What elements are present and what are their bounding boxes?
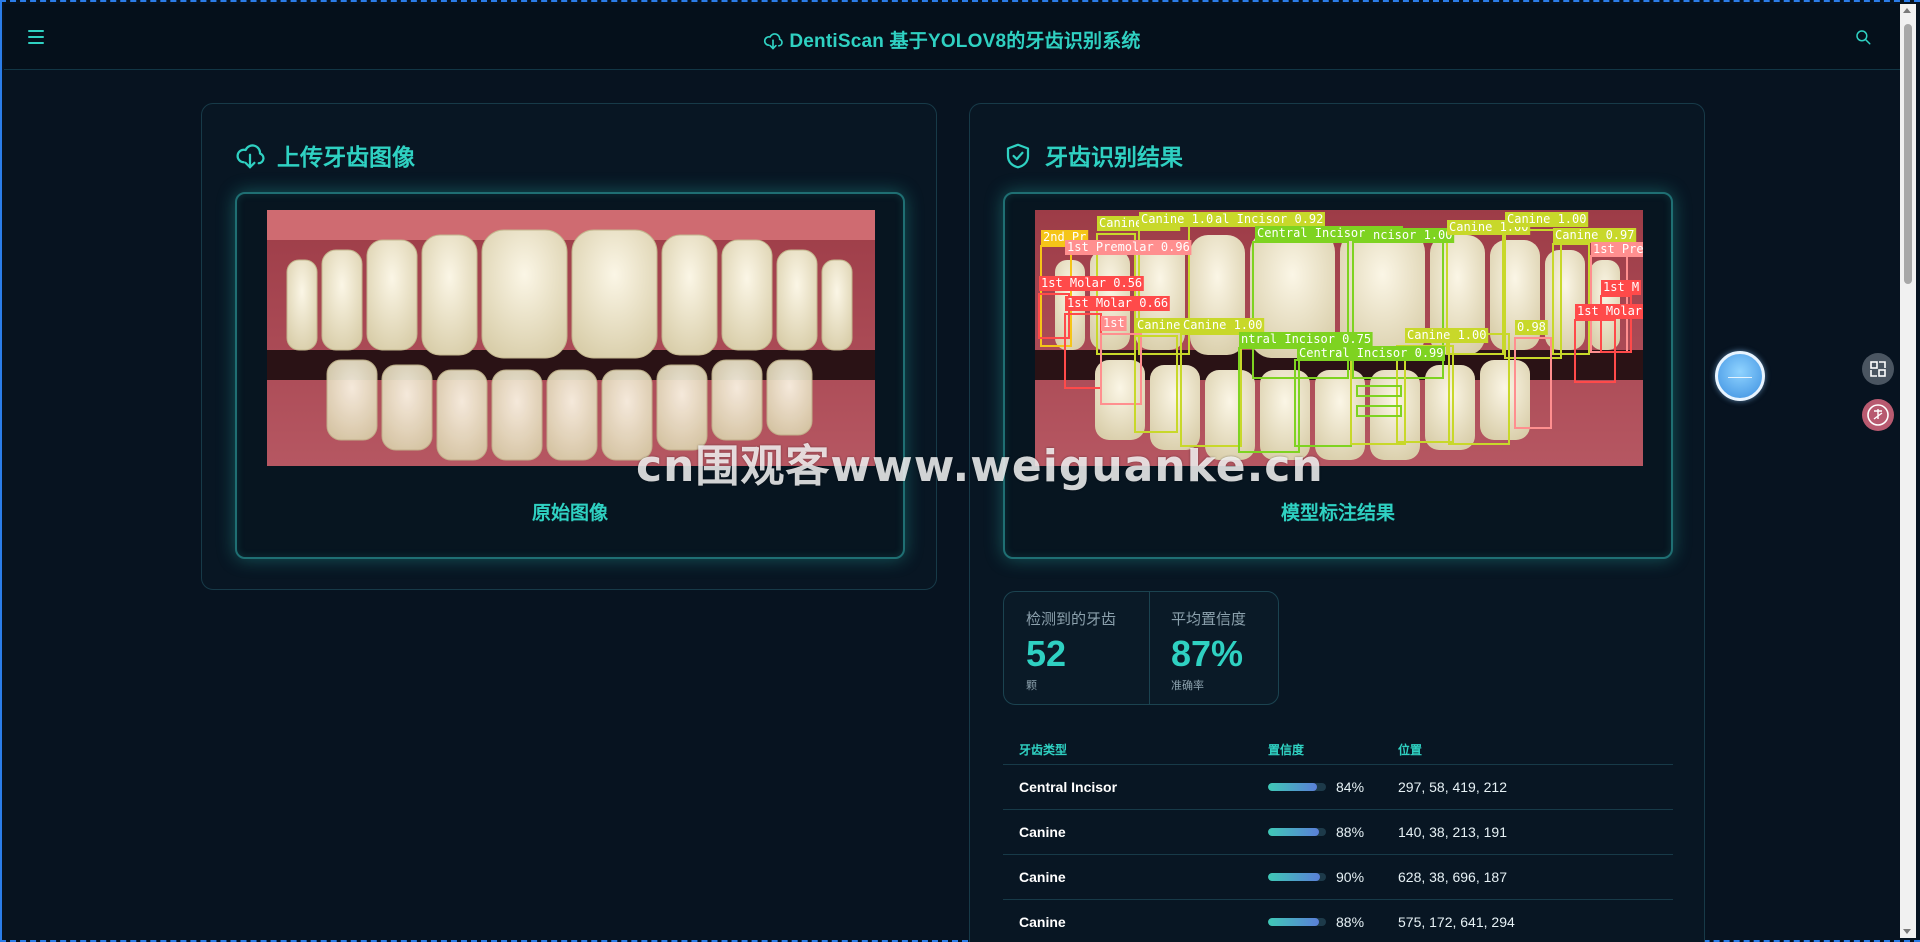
- row-confidence-text: 88%: [1336, 824, 1365, 840]
- result-panel: 牙齿识别结果 2nd Pr Canine 1.00 Canine 1.00 al…: [969, 103, 1705, 942]
- upload-panel-title-text: 上传牙齿图像: [277, 144, 415, 170]
- original-image-card[interactable]: 原始图像: [235, 192, 905, 559]
- annotated-image-card[interactable]: 2nd Pr Canine 1.00 Canine 1.00 al Incisor 0…: [1003, 192, 1673, 559]
- original-teeth-image: [267, 210, 875, 466]
- header-confidence: 置信度: [1268, 743, 1305, 757]
- detection-label: 1st Molar 0.56: [1041, 276, 1142, 290]
- detection-label: 1st: [1103, 316, 1125, 330]
- confidence-bar: [1268, 828, 1326, 836]
- upload-panel-title: 上传牙齿图像: [235, 138, 415, 172]
- row-confidence: 84%: [1268, 779, 1364, 795]
- header-type: 牙齿类型: [1019, 743, 1068, 757]
- detection-label: 1st Premolar 0.96: [1067, 240, 1190, 254]
- detection-label: al Incisor 0.92: [1215, 212, 1323, 226]
- app-header: DentiScan 基于YOLOV8的牙齿识别系统: [4, 4, 1900, 70]
- confidence-bar: [1268, 783, 1326, 791]
- confidence-bar-fill: [1268, 873, 1321, 881]
- stat-detected-unit: 颗: [1026, 680, 1037, 692]
- result-panel-title-text: 牙齿识别结果: [1045, 144, 1183, 170]
- frame-left: [0, 0, 4, 942]
- detection-label: Canine 1.00: [1407, 328, 1486, 342]
- detection-label: 1st Molar: [1577, 304, 1642, 318]
- row-type: Canine: [1019, 824, 1066, 840]
- row-position: 297, 58, 419, 212: [1398, 779, 1507, 795]
- stat-detected: 检测到的牙齿 52 颗: [1026, 608, 1116, 693]
- stat-detected-label: 检测到的牙齿: [1026, 611, 1117, 628]
- detection-label: Canine 0.97: [1555, 228, 1634, 242]
- detection-label: 1st Molar 0.66: [1067, 296, 1168, 310]
- row-position: 628, 38, 696, 187: [1398, 869, 1507, 885]
- row-confidence-text: 84%: [1336, 779, 1365, 795]
- stat-confidence: 平均置信度 87% 准确率: [1171, 608, 1246, 693]
- scrollbar-thumb[interactable]: [1904, 24, 1912, 284]
- scroll-up-arrow[interactable]: [1903, 8, 1911, 13]
- row-confidence-text: 90%: [1336, 869, 1365, 885]
- detection-label: 1st Pre: [1593, 242, 1643, 256]
- row-position: 140, 38, 213, 191: [1398, 824, 1507, 840]
- stat-confidence-unit: 准确率: [1171, 680, 1204, 692]
- stat-divider: [1149, 592, 1150, 704]
- detection-label: 1st M: [1603, 280, 1639, 294]
- app-title-text: DentiScan 基于YOLOV8的牙齿识别系统: [789, 31, 1141, 52]
- row-position: 575, 172, 641, 294: [1398, 914, 1515, 930]
- watermark: cn围观客www.weiguanke.cn: [636, 441, 1324, 492]
- detection-label: ncisor 1.00: [1373, 228, 1452, 242]
- cloud-download-icon: [236, 144, 265, 169]
- confidence-bar-fill: [1268, 783, 1317, 791]
- qr-tool-icon[interactable]: [1862, 353, 1894, 385]
- table-row[interactable]: Central Incisor 84% 297, 58, 419, 212: [1003, 765, 1673, 810]
- detection-table: 牙齿类型 置信度 位置 Central Incisor 84% 297, 58,…: [1003, 729, 1673, 942]
- floating-assistant-ball[interactable]: [1715, 351, 1765, 401]
- detection-label: 0.98: [1517, 320, 1546, 334]
- annotated-image-caption: 模型标注结果: [1280, 503, 1395, 524]
- shield-check-icon: [1006, 143, 1030, 169]
- table-row[interactable]: Canine 88% 140, 38, 213, 191: [1003, 810, 1673, 855]
- stats-card: 检测到的牙齿 52 颗 平均置信度 87% 准确率: [1003, 591, 1279, 705]
- confidence-bar-fill: [1268, 828, 1320, 836]
- detection-label: ntral Incisor 0.75: [1241, 332, 1371, 346]
- translate-tool-icon[interactable]: [1862, 399, 1894, 431]
- detection-label: Canine 1.00: [1507, 212, 1586, 226]
- upload-panel: 上传牙齿图像 原始图像: [201, 103, 937, 590]
- detection-label: Central Incisor 0.99: [1299, 346, 1444, 360]
- stat-detected-value: 52: [1026, 633, 1067, 674]
- row-confidence-text: 88%: [1336, 914, 1365, 930]
- cloud-download-icon: [763, 31, 784, 57]
- row-confidence: 90%: [1268, 869, 1364, 885]
- confidence-bar: [1268, 873, 1326, 881]
- original-image-caption: 原始图像: [531, 503, 608, 524]
- detection-label: Canine 1.00: [1141, 212, 1220, 226]
- header-position: 位置: [1398, 743, 1423, 757]
- table-row[interactable]: Canine 90% 628, 38, 696, 187: [1003, 855, 1673, 900]
- stat-confidence-value: 87%: [1171, 633, 1244, 674]
- row-type: Canine: [1019, 914, 1066, 930]
- scroll-down-arrow[interactable]: [1903, 929, 1911, 934]
- row-type: Central Incisor: [1019, 779, 1118, 795]
- confidence-bar-fill: [1268, 918, 1320, 926]
- table-header: 牙齿类型 置信度 位置: [1003, 729, 1673, 765]
- detection-label: Canine 1.00: [1183, 318, 1262, 332]
- result-panel-title: 牙齿识别结果: [1003, 138, 1183, 172]
- table-row[interactable]: Canine 88% 575, 172, 641, 294: [1003, 900, 1673, 942]
- annotated-teeth-image: 2nd Pr Canine 1.00 Canine 1.00 al Incisor 0…: [1035, 210, 1643, 466]
- search-icon[interactable]: [1854, 28, 1872, 51]
- row-type: Canine: [1019, 869, 1066, 885]
- stat-confidence-label: 平均置信度: [1171, 611, 1247, 628]
- row-confidence: 88%: [1268, 824, 1364, 840]
- detection-label: Canine: [1137, 318, 1180, 332]
- confidence-bar: [1268, 918, 1326, 926]
- row-confidence: 88%: [1268, 914, 1364, 930]
- app-title: DentiScan 基于YOLOV8的牙齿识别系统: [4, 26, 1900, 57]
